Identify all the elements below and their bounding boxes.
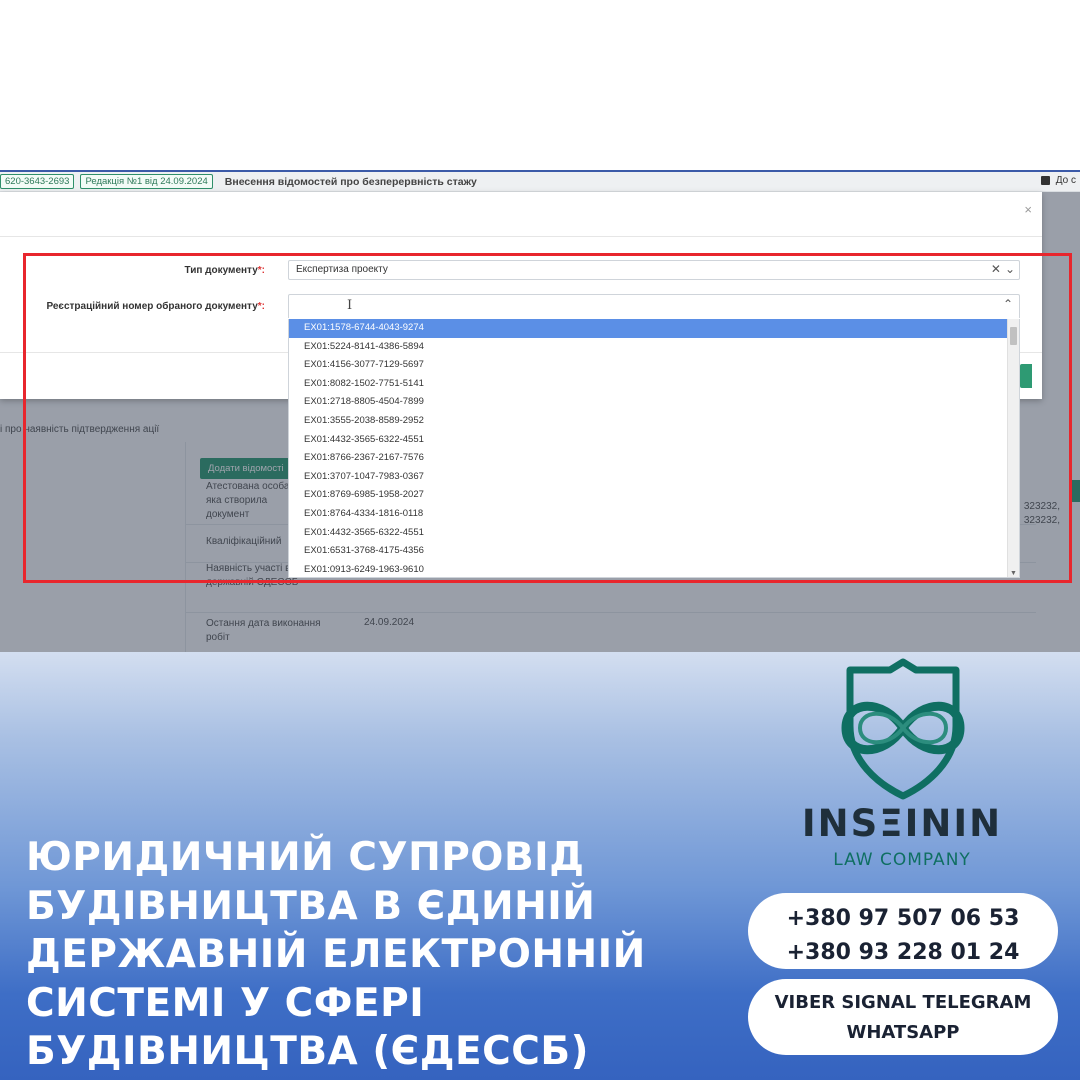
reg-number-label-text: Реєстраційний номер обраного документу — [46, 301, 258, 312]
scroll-down-icon[interactable]: ▼ — [1010, 570, 1017, 577]
headline-line: БУДІВНИЦТВА В ЄДИНІЙ — [26, 883, 596, 929]
reg-number-label: Реєстраційний номер обраного документу*: — [46, 301, 265, 312]
dropdown-scrollbar[interactable]: ▼ — [1007, 319, 1019, 577]
dropdown-option[interactable]: EX01:4432-3565-6322-4551 — [289, 524, 1008, 543]
close-icon[interactable]: × — [1024, 202, 1032, 217]
document-code-badge: 620-3643-2693 — [0, 174, 75, 189]
headline-line: ЮРИДИЧНИЙ СУПРОВІД — [26, 835, 585, 880]
doc-type-label-text: Тип документу — [184, 265, 258, 276]
messengers-pill: VIBER SIGNAL TELEGRAM WHATSAPP — [748, 979, 1058, 1055]
clear-icon[interactable]: ✕ — [991, 262, 1001, 276]
dropdown-option[interactable]: EX01:4432-3565-6322-4551 — [289, 431, 1008, 450]
doc-type-label: Тип документу*: — [184, 265, 265, 276]
document-header-bar: 620-3643-2693 Редакція №1 від 24.09.2024… — [0, 172, 1080, 192]
modal-confirm-button-edge[interactable] — [1020, 364, 1032, 388]
doc-type-select[interactable]: Експертиза проекту ✕ ⌄ — [288, 260, 1020, 280]
document-title: Внесення відомостей про безперервність с… — [224, 175, 477, 188]
required-mark: *: — [257, 301, 265, 312]
chevron-up-icon[interactable]: ⌃ — [1003, 297, 1013, 311]
dropdown-option[interactable]: EX01:6531-3768-4175-4356 — [289, 542, 1008, 561]
brand-subtitle: LAW COMPANY — [833, 850, 971, 870]
messenger-list: WHATSAPP — [846, 1022, 960, 1043]
app-screenshot: 620-3643-2693 Редакція №1 від 24.09.2024… — [0, 170, 1080, 652]
promo-headline: ЮРИДИЧНИЙ СУПРОВІД БУДІВНИЦТВА В ЄДИНІЙ … — [26, 834, 716, 1077]
brand-name: INSΞININ — [801, 802, 1003, 845]
reg-number-select[interactable]: I ⌃ — [288, 294, 1020, 318]
doc-type-value: Експертиза проекту — [296, 264, 388, 275]
dropdown-option[interactable]: EX01:3555-2038-8589-2952 — [289, 412, 1008, 431]
headline-line: БУДІВНИЦТВА (ЄДЕССБ) — [26, 1029, 589, 1074]
dropdown-option[interactable]: EX01:2718-8805-4504-7899 — [289, 393, 1008, 412]
dropdown-option[interactable]: EX01:3707-1047-7983-0367 — [289, 468, 1008, 487]
modal-header-divider — [0, 236, 1042, 237]
promo-banner: INSΞININ LAW COMPANY ЮРИДИЧНИЙ СУПРОВІД … — [0, 652, 1080, 1080]
headline-line: СИСТЕМІ У СФЕРІ — [26, 980, 425, 1026]
header-right-actions[interactable]: До с — [1040, 175, 1076, 186]
document-icon[interactable] — [1040, 176, 1050, 185]
dropdown-option[interactable]: EX01:8082-1502-7751-5141 — [289, 375, 1008, 394]
headline-line: ДЕРЖАВНІЙ ЕЛЕКТРОННІЙ — [26, 932, 646, 977]
dropdown-option[interactable]: EX01:5224-8141-4386-5894 — [289, 338, 1008, 357]
dropdown-option[interactable]: EX01:4156-3077-7129-5697 — [289, 356, 1008, 375]
messenger-list: VIBER SIGNAL TELEGRAM — [774, 992, 1032, 1013]
select-controls[interactable]: ✕ ⌄ — [991, 262, 1015, 276]
edition-badge[interactable]: Редакція №1 від 24.09.2024 — [80, 174, 213, 189]
text-cursor-icon: I — [347, 298, 353, 313]
required-mark: *: — [257, 265, 265, 276]
dropdown-option[interactable]: EX01:1578-6744-4043-9274 — [289, 319, 1008, 338]
dropdown-option[interactable]: EX01:0913-6249-1963-9610 — [289, 561, 1008, 577]
dropdown-option[interactable]: EX01:8769-6985-1958-2027 — [289, 486, 1008, 505]
phone-number[interactable]: +380 93 228 01 24 — [748, 936, 1058, 970]
chevron-down-icon[interactable]: ⌄ — [1005, 262, 1015, 276]
dropdown-option[interactable]: EX01:8766-2367-2167-7576 — [289, 449, 1008, 468]
reg-number-dropdown[interactable]: EX01:1578-6744-4043-9274 EX01:5224-8141-… — [288, 319, 1020, 578]
shield-infinity-logo-icon — [841, 658, 965, 800]
scrollbar-thumb[interactable] — [1010, 327, 1017, 345]
dropdown-option[interactable]: EX01:8764-4334-1816-0118 — [289, 505, 1008, 524]
header-right-label[interactable]: До с — [1056, 175, 1076, 186]
phone-numbers-pill: +380 97 507 06 53 +380 93 228 01 24 — [748, 893, 1058, 969]
dropdown-options: EX01:1578-6744-4043-9274 EX01:5224-8141-… — [289, 319, 1019, 577]
phone-number[interactable]: +380 97 507 06 53 — [748, 902, 1058, 936]
